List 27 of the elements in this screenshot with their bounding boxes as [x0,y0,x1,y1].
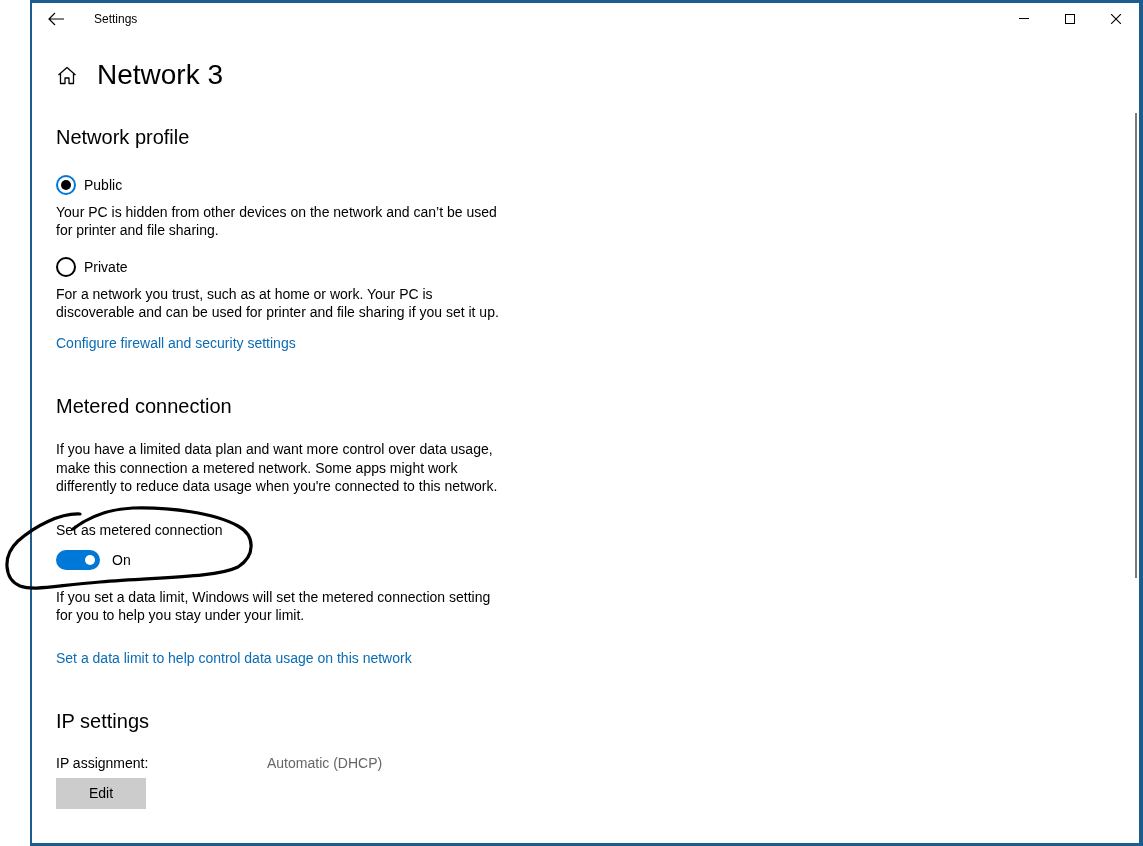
edit-button[interactable]: Edit [56,777,146,809]
page-title: Network 3 [97,58,224,92]
field-value: Automatic (DHCP) [267,753,383,772]
window-title: Settings [94,11,138,26]
minimize-icon [1019,18,1029,19]
section-heading: Network profile [56,125,190,150]
radio-label: Private [84,258,128,277]
back-arrow-icon [48,11,64,26]
maximize-icon [1065,13,1075,24]
home-icon [57,65,77,85]
toggle-state-text: On [112,550,131,570]
field-label: IP assignment: [56,753,149,772]
option-description: For a network you trust, such as at home or work. Your PC is discoverable and can be used for printer and file sharing if you set it up. [56,285,500,321]
close-icon [1111,13,1121,24]
section-heading: IP settings [56,708,150,734]
data-limit-link[interactable]: Set a data limit to help control data usage on this network [56,648,412,667]
section-description: If you have a limited data plan and want more control over data usage, make this connection a metered network. Some apps might work differently to reduce data usage when you're connected to this network. [56,440,499,496]
home-button[interactable] [57,65,77,85]
scrollbar-thumb[interactable] [1135,113,1137,578]
radio-button[interactable] [56,175,76,195]
radio-label: Public [84,176,123,195]
section-heading: Metered connection [56,394,232,419]
toggle-note: If you set a data limit, Windows will set the metered connection setting for you to help you stay under your limit. [56,587,492,624]
firewall-settings-link[interactable]: Configure firewall and security settings [56,334,296,352]
radio-button[interactable] [56,257,76,277]
option-description: Your PC is hidden from other devices on the network and can’t be used for printer and file sharing. [56,203,498,239]
toggle-switch[interactable] [56,549,100,570]
